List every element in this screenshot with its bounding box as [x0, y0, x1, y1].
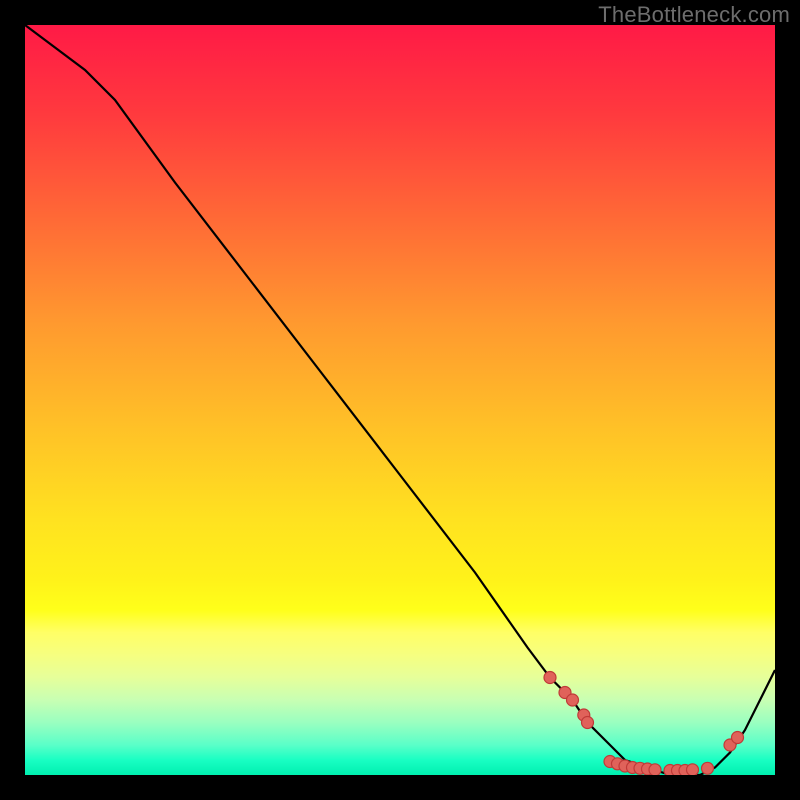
data-marker	[582, 717, 594, 729]
data-marker	[567, 694, 579, 706]
chart-frame: TheBottleneck.com	[0, 0, 800, 800]
data-marker	[702, 762, 714, 774]
data-marker	[687, 764, 699, 775]
data-marker	[732, 732, 744, 744]
data-marker	[649, 764, 661, 775]
data-marker	[544, 672, 556, 684]
plot-area	[25, 25, 775, 775]
chart-svg	[25, 25, 775, 775]
curve-line	[25, 25, 775, 775]
marker-layer	[544, 672, 744, 776]
